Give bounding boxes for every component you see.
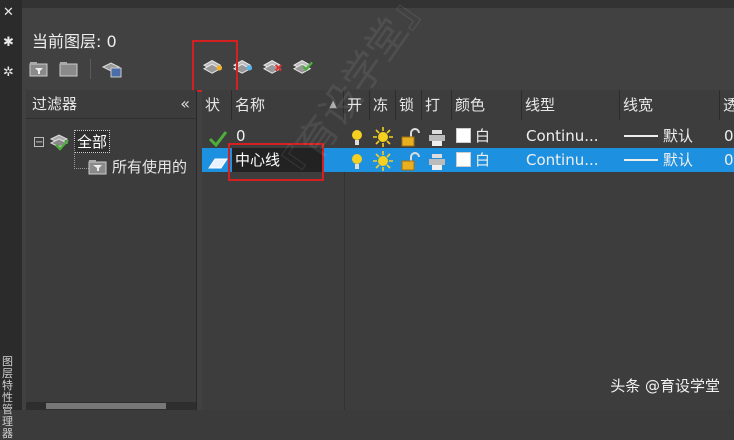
col-header-color[interactable]: 颜色 <box>452 90 522 120</box>
collapse-filter-button[interactable]: « <box>180 90 190 118</box>
sun-thawed-icon[interactable] <box>372 149 394 173</box>
credit-label: 头条 @育设学堂 <box>610 377 720 395</box>
col-header-transparency[interactable]: 透 <box>720 90 734 120</box>
layer-color[interactable]: 白 <box>456 148 520 172</box>
layer-lineweight[interactable]: 默认 <box>624 148 718 172</box>
lineweight-sample <box>624 159 658 161</box>
layer-linetype[interactable]: Continu... <box>526 124 618 148</box>
tree-connector <box>74 142 89 169</box>
layer-states-manager-icon[interactable] <box>101 59 123 79</box>
col-header-status[interactable]: 状 <box>202 90 232 120</box>
color-swatch <box>456 152 471 167</box>
current-layer-check-icon <box>208 131 228 148</box>
col-header-freeze[interactable]: 冻 <box>370 90 396 120</box>
lineweight-value: 默认 <box>663 151 694 169</box>
col-header-linetype[interactable]: 线型 <box>522 90 620 120</box>
layer-properties-manager: 当前图层: 0 过滤器 « − 全部 所有使用的 状 名称 ▲ 开 冻 锁 打 … <box>22 0 734 410</box>
tree-expander[interactable]: − <box>34 136 44 147</box>
new-property-filter-icon[interactable] <box>28 59 50 79</box>
tree-node-all-used[interactable]: 所有使用的 <box>88 156 187 177</box>
lightbulb-on-icon[interactable] <box>350 126 364 150</box>
sort-ascending-icon: ▲ <box>329 99 337 110</box>
lineweight-sample <box>624 135 658 137</box>
layer-lineweight[interactable]: 默认 <box>624 124 718 148</box>
sun-thawed-icon[interactable] <box>372 125 394 149</box>
filter-horizontal-scrollbar[interactable] <box>26 402 196 410</box>
layer-status-icon <box>208 158 228 169</box>
col-header-lock[interactable]: 锁 <box>396 90 422 120</box>
scrollbar-thumb[interactable] <box>46 403 166 409</box>
color-name: 白 <box>475 151 491 169</box>
lightbulb-on-icon[interactable] <box>350 150 364 174</box>
color-swatch <box>456 128 471 143</box>
filter-folder-icon <box>88 159 107 174</box>
layer-filter-icon <box>49 133 69 151</box>
col-header-name-label: 名称 <box>235 96 266 114</box>
toolbar-separator <box>90 59 91 79</box>
col-header-lineweight[interactable]: 线宽 <box>620 90 720 120</box>
layer-linetype[interactable]: Continu... <box>526 148 618 172</box>
unlocked-icon[interactable] <box>400 126 420 150</box>
new-group-filter-icon[interactable] <box>58 59 80 79</box>
tree-node-all[interactable]: − 全部 <box>34 130 111 153</box>
palette-title: 图层特性管理器 <box>2 355 13 440</box>
col-header-on[interactable]: 开 <box>344 90 370 120</box>
lineweight-value: 默认 <box>663 127 694 145</box>
filter-tree-panel: 过滤器 « − 全部 所有使用的 <box>26 90 197 410</box>
layer-transparency[interactable]: 0 <box>724 148 734 172</box>
layer-name-highlight <box>228 143 324 181</box>
title-bar <box>22 0 734 8</box>
layer-color[interactable]: 白 <box>456 124 520 148</box>
delete-layer-icon[interactable] <box>262 56 284 76</box>
printer-icon[interactable] <box>428 150 446 174</box>
filter-toolbar <box>28 58 123 80</box>
new-layer-highlight <box>192 40 238 92</box>
color-name: 白 <box>475 127 491 145</box>
unlocked-icon[interactable] <box>400 150 420 174</box>
close-icon[interactable]: ✕ <box>3 6 14 20</box>
filter-panel-header: 过滤器 « <box>26 90 196 119</box>
current-layer-label: 当前图层: 0 <box>32 32 117 51</box>
col-header-plot[interactable]: 打 <box>422 90 452 120</box>
col-header-name[interactable]: 名称 ▲ <box>232 90 344 120</box>
tree-label-all-used: 所有使用的 <box>112 158 188 176</box>
layer-list: 状 名称 ▲ 开 冻 锁 打 颜色 线型 线宽 透 0 白 Continu...… <box>202 90 734 410</box>
set-current-icon[interactable] <box>292 56 314 76</box>
printer-icon[interactable] <box>428 126 446 150</box>
filter-panel-title: 过滤器 <box>32 95 78 113</box>
palette-title-strip: ✕ ✱ ✲ 图层特性管理器 <box>0 0 22 440</box>
layer-transparency[interactable]: 0 <box>724 124 734 148</box>
properties-icon[interactable]: ✲ <box>3 66 14 80</box>
auto-hide-icon[interactable]: ✱ <box>3 36 14 50</box>
column-divider <box>344 172 345 410</box>
